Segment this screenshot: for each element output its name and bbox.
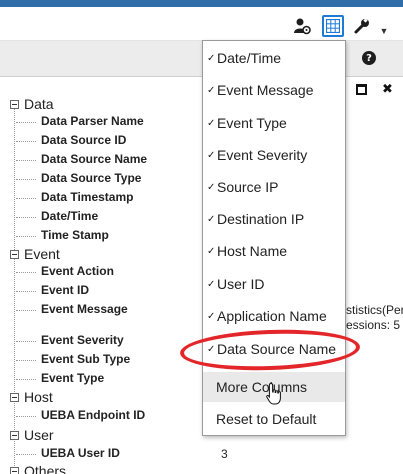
menu-item-label: Host Name <box>217 243 288 259</box>
chevron-down-icon[interactable]: ▼ <box>374 21 394 41</box>
checkmark-icon: ✓ <box>207 117 216 129</box>
tree-field[interactable]: Data Source Type <box>15 171 141 185</box>
collapse-icon[interactable] <box>10 466 19 474</box>
menu-item-label: Event Severity <box>217 147 308 163</box>
tree-field[interactable]: Event Message <box>16 302 128 316</box>
hand-cursor-icon <box>265 382 283 406</box>
checkmark-icon: ✓ <box>207 343 216 355</box>
menu-item-date-time[interactable]: ✓ Date/Time <box>203 43 345 73</box>
close-icon[interactable]: ✖ <box>382 82 393 97</box>
checkmark-icon: ✓ <box>207 278 216 290</box>
checkmark-icon: ✓ <box>207 52 216 64</box>
tree-field[interactable]: UEBA User ID <box>16 446 120 460</box>
checkmark-icon: ✓ <box>207 181 216 193</box>
field-value: 3 <box>221 447 228 461</box>
field-value: stistics(Perfo <box>346 303 403 317</box>
help-icon[interactable]: ? <box>362 51 376 65</box>
collapse-icon[interactable] <box>10 392 19 402</box>
tree-field[interactable]: Data Timestamp <box>15 190 133 204</box>
tree-category-user[interactable]: User <box>10 426 54 444</box>
field-value: essions: 5 <box>346 318 401 332</box>
brand-bar <box>0 0 403 7</box>
tree-category-event[interactable]: Event <box>10 245 60 263</box>
tree-field[interactable]: Data Parser Name <box>16 114 144 128</box>
category-label: Others <box>24 463 67 474</box>
checkmark-icon: ✓ <box>207 213 216 225</box>
grid-columns-icon[interactable] <box>322 15 344 37</box>
menu-item-event-severity[interactable]: ✓ Event Severity <box>203 140 345 170</box>
menu-item-label: Source IP <box>217 179 279 195</box>
tree-field[interactable]: Data Source Name <box>15 152 147 166</box>
menu-item-reset-to-default[interactable]: Reset to Default <box>203 404 345 434</box>
collapse-icon[interactable] <box>10 249 19 259</box>
tree-field[interactable]: Event Sub Type <box>15 352 130 366</box>
menu-item-event-type[interactable]: ✓ Event Type <box>203 108 345 138</box>
menu-item-event-message[interactable]: ✓ Event Message <box>203 75 345 105</box>
collapse-icon[interactable] <box>10 99 19 109</box>
wrench-icon[interactable] <box>352 16 372 36</box>
menu-item-label: Date/Time <box>217 50 282 66</box>
tree-connector <box>14 108 15 466</box>
tree-field[interactable]: Data Source ID <box>15 133 126 147</box>
tree-field[interactable]: Event ID <box>15 283 89 297</box>
menu-item-destination-ip[interactable]: ✓ Destination IP <box>203 204 345 234</box>
tree-field[interactable]: Date/Time <box>15 209 98 223</box>
checkmark-icon: ✓ <box>207 245 216 257</box>
menu-item-user-id[interactable]: ✓ User ID <box>203 269 345 299</box>
menu-item-label: More Columns <box>216 379 308 395</box>
category-label: Host <box>24 389 53 405</box>
tree-category-others[interactable]: Others <box>10 462 66 474</box>
tree-field[interactable]: Event Action <box>16 264 114 278</box>
menu-item-label: User ID <box>217 276 265 292</box>
checkmark-icon: ✓ <box>207 310 216 322</box>
category-label: Data <box>24 96 54 112</box>
column-chooser-menu: ✓ Date/Time ✓ Event Message ✓ Event Type… <box>202 40 346 436</box>
menu-item-label: Data Source Name <box>217 341 337 357</box>
user-settings-icon[interactable] <box>292 16 312 36</box>
maximize-icon[interactable] <box>356 84 367 95</box>
category-label: Event <box>24 246 60 262</box>
menu-item-host-name[interactable]: ✓ Host Name <box>203 236 345 266</box>
menu-item-label: Destination IP <box>217 211 305 227</box>
tree-field[interactable]: Event Type <box>15 371 104 385</box>
menu-item-source-ip[interactable]: ✓ Source IP <box>203 172 345 202</box>
collapse-icon[interactable] <box>10 430 19 440</box>
tree-field[interactable]: Time Stamp <box>16 228 109 242</box>
tree-category-host[interactable]: Host <box>10 388 53 406</box>
menu-item-application-name[interactable]: ✓ Application Name <box>203 301 345 331</box>
checkmark-icon: ✓ <box>207 84 216 96</box>
toolbar: ▼ <box>0 7 403 41</box>
tree-field[interactable]: Event Severity <box>16 333 124 347</box>
menu-item-label: Event Message <box>217 82 314 98</box>
menu-item-label: Reset to Default <box>216 411 317 427</box>
tree-category-data[interactable]: Data <box>10 95 54 113</box>
menu-item-label: Application Name <box>217 308 327 324</box>
checkmark-icon: ✓ <box>207 149 216 161</box>
menu-item-label: Event Type <box>217 115 287 131</box>
category-label: User <box>24 427 54 443</box>
menu-item-data-source-name[interactable]: ✓ Data Source Name <box>203 334 345 364</box>
tree-field[interactable]: UEBA Endpoint ID <box>15 408 145 422</box>
